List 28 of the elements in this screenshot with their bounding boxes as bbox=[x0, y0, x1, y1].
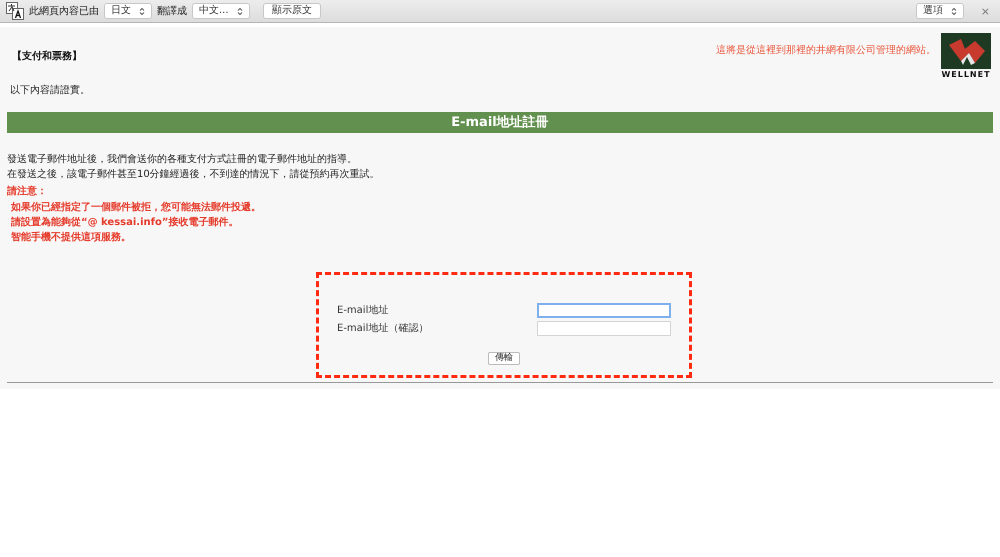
logo-text: WELLNET bbox=[941, 71, 991, 79]
caution-text: 請設置為能夠從“@ kessai.info”接收電子郵件。 bbox=[10, 216, 240, 229]
translate-target-label: 翻譯成 bbox=[157, 4, 187, 18]
source-language-select[interactable]: 日文 bbox=[104, 3, 152, 19]
logo-icon bbox=[941, 33, 991, 69]
description-text: 在發送之後，該電子郵件甚至10分鐘經過後，不到達的情況下，請從預約再次重試。 bbox=[7, 168, 381, 181]
translate-message: 此網頁內容已由 bbox=[29, 4, 99, 18]
section-title: 【支付和票務】 bbox=[12, 50, 82, 64]
site-notice: 這將是從這裡到那裡的井網有限公司管理的網站。 bbox=[716, 44, 936, 58]
submit-button[interactable]: 傳輸 bbox=[488, 352, 520, 365]
options-select[interactable]: 選項 bbox=[916, 3, 964, 19]
field-label: E-mail地址（確認） bbox=[337, 322, 428, 336]
email-field[interactable] bbox=[537, 303, 671, 318]
intro-text: 以下內容請證實。 bbox=[9, 84, 91, 98]
updown-icon bbox=[139, 6, 145, 16]
updown-icon bbox=[236, 6, 243, 16]
close-button[interactable]: × bbox=[976, 6, 994, 16]
caution-title: 請注意： bbox=[7, 185, 48, 199]
banner-title: E-mail地址註冊 bbox=[451, 114, 549, 132]
description-text: 發送電子郵件地址後，我們會送你的各種支付方式註冊的電子郵件地址的指導。 bbox=[7, 153, 358, 166]
show-original-button[interactable]: 顯示原文 bbox=[263, 3, 321, 19]
caution-text: 如果你已經指定了一個郵件被拒，您可能無法郵件投遞。 bbox=[10, 201, 262, 214]
field-label: E-mail地址 bbox=[337, 304, 388, 318]
caution-text: 智能手機不提供這項服務。 bbox=[10, 231, 132, 244]
updown-icon bbox=[950, 6, 957, 16]
email-field[interactable] bbox=[537, 321, 671, 336]
target-language-select[interactable]: 中文... bbox=[192, 3, 250, 19]
translate-icon bbox=[6, 2, 24, 20]
